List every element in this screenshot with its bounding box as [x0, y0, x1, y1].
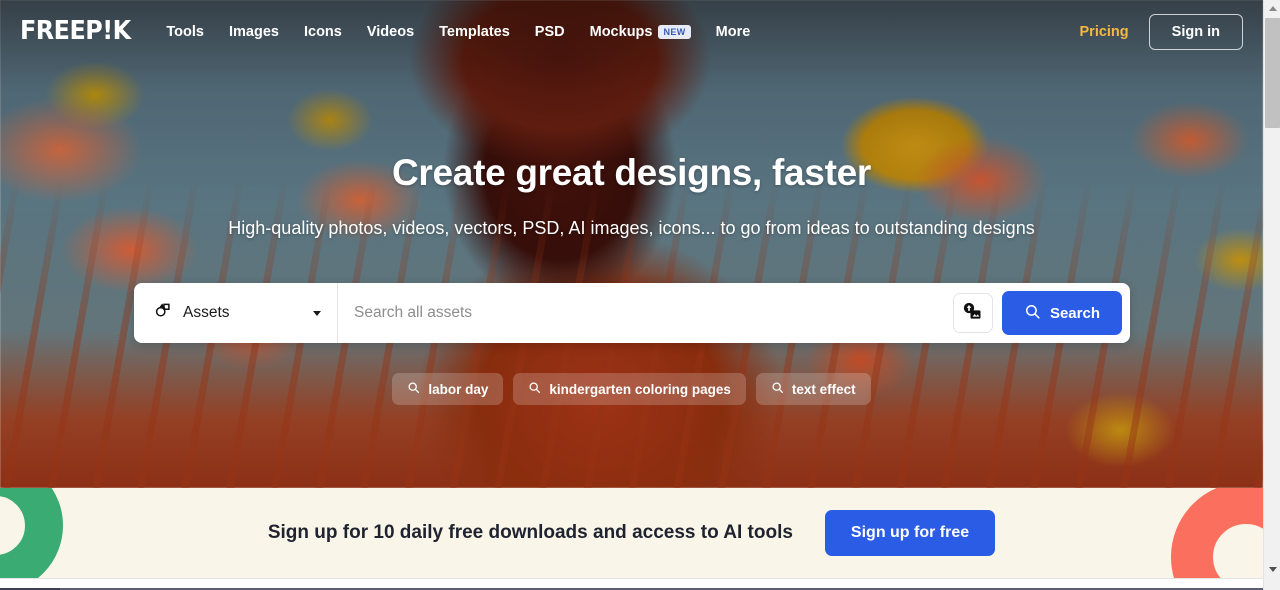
- suggestion-chips: labor day kindergarten coloring pages te…: [0, 373, 1263, 405]
- shapes-icon: [154, 301, 173, 325]
- vertical-scrollbar[interactable]: [1263, 0, 1280, 590]
- vertical-scrollbar-thumb[interactable]: [1265, 18, 1280, 128]
- sign-in-button[interactable]: Sign in: [1148, 14, 1243, 50]
- browser-page: FREEP!K Tools Images Icons Videos Templa…: [0, 0, 1280, 590]
- image-search-button[interactable]: [952, 293, 993, 333]
- page-viewport: FREEP!K Tools Images Icons Videos Templa…: [0, 0, 1263, 578]
- asset-type-label: Assets: [183, 304, 230, 321]
- nav-label: More: [715, 24, 751, 40]
- nav-item-videos[interactable]: Videos: [367, 24, 414, 40]
- search-button[interactable]: Search: [1001, 291, 1122, 335]
- nav-item-icons[interactable]: Icons: [304, 24, 342, 40]
- search-bar: Assets Search all assets Search: [134, 283, 1130, 343]
- freepik-logo[interactable]: FREEP!K: [20, 16, 131, 48]
- suggestion-chip-labor-day[interactable]: labor day: [392, 373, 504, 405]
- signup-banner: Sign up for 10 daily free downloads and …: [0, 488, 1263, 578]
- suggestion-chip-kindergarten-coloring-pages[interactable]: kindergarten coloring pages: [513, 373, 746, 405]
- decoration-coral-arc: [1171, 488, 1263, 578]
- decoration-green-arc: [0, 488, 63, 578]
- search-input[interactable]: [338, 284, 953, 342]
- nav-label: Mockups: [589, 24, 653, 40]
- hero-title: Create great designs, faster: [392, 152, 871, 193]
- horizontal-scrollbar[interactable]: [0, 578, 1263, 590]
- site-header: FREEP!K Tools Images Icons Videos Templa…: [0, 0, 1263, 64]
- main-navigation: Tools Images Icons Videos Templates PSD …: [166, 24, 750, 40]
- hero-section: FREEP!K Tools Images Icons Videos Templa…: [0, 0, 1263, 488]
- nav-item-mockups[interactable]: Mockups NEW: [590, 24, 691, 40]
- nav-label: Tools: [166, 24, 204, 40]
- caret-up-icon: [1268, 6, 1277, 11]
- pricing-link[interactable]: Pricing: [1080, 24, 1129, 40]
- scroll-down-button[interactable]: [1264, 561, 1280, 578]
- caret-down-icon: [1268, 567, 1277, 572]
- search-icon: [407, 381, 420, 397]
- nav-label: Videos: [366, 24, 415, 40]
- chip-label: labor day: [428, 381, 489, 397]
- nav-label: Icons: [303, 24, 342, 40]
- asset-type-selector[interactable]: Assets: [134, 283, 338, 343]
- chip-label: text effect: [791, 381, 856, 397]
- sign-up-free-button[interactable]: Sign up for free: [824, 510, 996, 556]
- nav-item-more[interactable]: More: [716, 24, 751, 40]
- chip-label: kindergarten coloring pages: [549, 381, 731, 397]
- nav-item-templates[interactable]: Templates: [439, 24, 510, 40]
- nav-item-images[interactable]: Images: [229, 24, 279, 40]
- hero-subtitle: High-quality photos, videos, vectors, PS…: [228, 218, 1035, 238]
- new-badge: NEW: [658, 25, 691, 39]
- scroll-up-button[interactable]: [1264, 0, 1280, 17]
- suggestion-chip-text-effect[interactable]: text effect: [755, 373, 871, 405]
- image-upload-icon: [963, 302, 983, 325]
- search-icon: [528, 381, 541, 397]
- chevron-down-icon: [313, 310, 321, 316]
- search-icon: [1024, 303, 1041, 324]
- nav-label: PSD: [534, 24, 565, 40]
- search-icon: [771, 381, 784, 397]
- header-actions: Pricing Sign in: [1080, 14, 1243, 50]
- nav-item-psd[interactable]: PSD: [535, 24, 565, 40]
- nav-label: Templates: [439, 24, 510, 40]
- nav-item-tools[interactable]: Tools: [166, 24, 204, 40]
- signup-banner-text: Sign up for 10 daily free downloads and …: [267, 522, 793, 543]
- search-button-label: Search: [1049, 304, 1100, 322]
- nav-label: Images: [229, 24, 279, 40]
